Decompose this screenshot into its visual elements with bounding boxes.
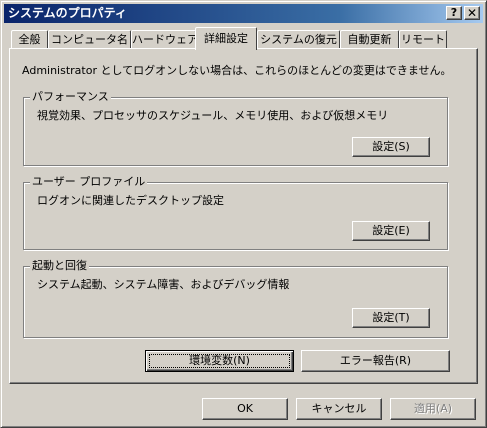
apply-button[interactable]: 適用(A) xyxy=(390,398,476,420)
title-bar[interactable]: システムのプロパティ ? ✕ xyxy=(4,4,483,23)
user-profile-settings-label: 設定(E) xyxy=(372,224,410,237)
error-reporting-label: エラー報告(R) xyxy=(339,354,412,367)
ok-label: OK xyxy=(237,402,253,415)
window-title: システムのプロパティ xyxy=(8,6,127,20)
cancel-label: キャンセル xyxy=(311,402,367,415)
close-button[interactable]: ✕ xyxy=(464,6,480,20)
startup-recovery-settings-label: 設定(T) xyxy=(372,311,410,324)
performance-description: 視覚効果、プロセッサのスケジュール、メモリ使用、および仮想メモリ xyxy=(37,109,389,122)
tab-system-restore[interactable]: システムの復元 xyxy=(257,30,340,49)
tab-remote[interactable]: リモート xyxy=(399,30,447,49)
user-profile-settings-button[interactable]: 設定(E) xyxy=(352,221,430,241)
cancel-button[interactable]: キャンセル xyxy=(296,398,382,420)
tab-automatic-updates[interactable]: 自動更新 xyxy=(340,30,399,49)
startup-recovery-group-label: 起動と回復 xyxy=(30,259,89,273)
user-profile-description: ログオンに関連したデスクトップ設定 xyxy=(37,194,224,207)
startup-recovery-settings-button[interactable]: 設定(T) xyxy=(352,308,430,328)
environment-variables-label: 環境変数(N) xyxy=(189,354,250,367)
tab-advanced[interactable]: 詳細設定 xyxy=(195,27,257,50)
performance-settings-button[interactable]: 設定(S) xyxy=(352,137,430,157)
ok-button[interactable]: OK xyxy=(202,398,288,420)
admin-notice-text: Administrator としてログオンしない場合は、これらのほとんどの変更は… xyxy=(22,64,452,77)
tab-computer-name[interactable]: コンピュータ名 xyxy=(48,30,131,49)
user-profile-group-label: ユーザー プロファイル xyxy=(30,175,148,189)
startup-recovery-description: システム起動、システム障害、およびデバッグ情報 xyxy=(37,278,290,291)
tab-hardware[interactable]: ハードウェア xyxy=(131,30,198,49)
tab-general[interactable]: 全般 xyxy=(11,30,48,49)
environment-variables-button[interactable]: 環境変数(N) xyxy=(145,350,294,372)
error-reporting-button[interactable]: エラー報告(R) xyxy=(301,350,450,372)
performance-settings-label: 設定(S) xyxy=(372,140,410,153)
performance-group-label: パフォーマンス xyxy=(30,90,111,104)
apply-label: 適用(A) xyxy=(413,402,453,415)
help-button[interactable]: ? xyxy=(446,6,462,20)
